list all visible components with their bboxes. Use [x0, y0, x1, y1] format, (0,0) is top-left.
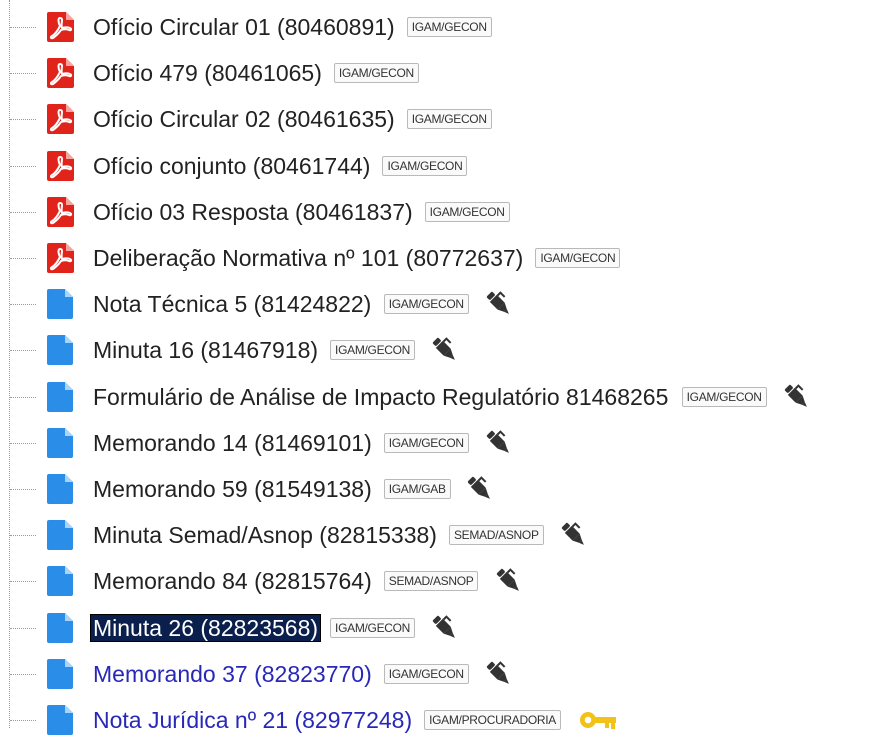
tree-row: Nota Técnica 5 (81424822) IGAM/GECON — [0, 284, 872, 324]
document-icon[interactable] — [47, 289, 74, 320]
tree-branch-connector — [10, 211, 36, 213]
document-icon[interactable] — [47, 566, 74, 597]
document-icon[interactable] — [47, 474, 74, 504]
tree-branch-connector — [10, 581, 36, 583]
pen-icon[interactable] — [465, 474, 495, 504]
unit-badge[interactable]: IGAM/GECON — [681, 386, 767, 407]
document-link[interactable]: Minuta Semad/Asnop (82815338) — [91, 522, 439, 548]
document-link[interactable]: Memorando 84 (82815764) — [91, 568, 374, 594]
pdf-icon[interactable] — [47, 58, 74, 89]
unit-badge[interactable]: IGAM/GECON — [535, 248, 621, 268]
tree-row: Minuta 26 (82823568) IGAM/GECON — [0, 608, 872, 648]
document-link[interactable]: Minuta 26 (82823568) — [89, 613, 322, 642]
document-link[interactable]: Nota Jurídica nº 21 (82977248) — [91, 707, 414, 733]
tree-row: Ofício conjunto (80461744) IGAM/GECON — [0, 146, 872, 186]
tree-row: Memorando 84 (82815764) SEMAD/ASNOP — [0, 561, 872, 601]
tree-branch-connector — [10, 27, 36, 28]
process-document-tree: Ofício Circular 01 (80460891) IGAM/GECON … — [0, 0, 872, 746]
pdf-icon[interactable] — [47, 12, 74, 42]
tree-row: Memorando 37 (82823770) IGAM/GECON — [0, 654, 872, 694]
document-link[interactable]: Ofício Circular 01 (80460891) — [91, 14, 397, 40]
unit-badge[interactable]: IGAM/GECON — [424, 201, 510, 222]
pen-icon[interactable] — [494, 566, 524, 596]
document-link[interactable]: Ofício conjunto (80461744) — [91, 153, 372, 179]
document-icon[interactable] — [47, 612, 74, 643]
unit-badge[interactable]: IGAM/GECON — [406, 17, 492, 37]
unit-badge[interactable]: IGAM/PROCURADORIA — [424, 710, 562, 730]
tree-branch-connector — [10, 73, 36, 75]
tree-branch-connector — [10, 350, 36, 352]
pen-icon[interactable] — [559, 520, 589, 550]
document-link[interactable]: Memorando 14 (81469101) — [91, 430, 374, 456]
tree-row: Ofício 03 Resposta (80461837) IGAM/GECON — [0, 192, 872, 232]
document-link[interactable]: Formulário de Análise de Impacto Regulat… — [91, 384, 670, 410]
tree-row: Ofício Circular 02 (80461635) IGAM/GECON — [0, 99, 872, 139]
document-icon[interactable] — [47, 335, 74, 366]
document-link[interactable]: Deliberação Normativa nº 101 (80772637) — [91, 245, 525, 271]
document-link[interactable]: Ofício Circular 02 (80461635) — [91, 106, 397, 132]
pen-icon[interactable] — [484, 289, 514, 319]
pen-icon[interactable] — [484, 659, 514, 689]
pdf-icon[interactable] — [47, 196, 74, 227]
tree-branch-connector — [10, 627, 36, 629]
tree-row: Minuta 16 (81467918) IGAM/GECON — [0, 330, 872, 370]
tree-row: Formulário de Análise de Impacto Regulat… — [0, 377, 872, 417]
document-link[interactable]: Ofício 479 (80461065) — [91, 60, 324, 86]
unit-badge[interactable]: IGAM/GECON — [330, 617, 416, 638]
document-icon[interactable] — [47, 427, 74, 458]
unit-badge[interactable]: IGAM/GAB — [383, 479, 451, 499]
tree-branch-connector — [10, 673, 36, 675]
tree-row: Ofício 479 (80461065) IGAM/GECON — [0, 53, 872, 93]
unit-badge[interactable]: IGAM/GECON — [383, 294, 469, 315]
unit-badge[interactable]: IGAM/GECON — [383, 432, 469, 453]
tree-row: Memorando 14 (81469101) IGAM/GECON — [0, 423, 872, 463]
pen-icon[interactable] — [484, 428, 514, 458]
unit-badge[interactable]: IGAM/GECON — [382, 155, 468, 176]
pen-icon[interactable] — [782, 382, 812, 412]
tree-branch-connector — [10, 720, 36, 721]
pdf-icon[interactable] — [47, 243, 74, 273]
tree-branch-connector — [10, 304, 36, 306]
pdf-icon[interactable] — [47, 150, 74, 181]
document-link[interactable]: Minuta 16 (81467918) — [91, 337, 320, 363]
tree-row: Memorando 59 (81549138) IGAM/GAB — [0, 469, 872, 509]
document-icon[interactable] — [47, 520, 74, 551]
document-link[interactable]: Memorando 37 (82823770) — [91, 661, 374, 687]
document-link[interactable]: Ofício 03 Resposta (80461837) — [91, 199, 415, 225]
document-link[interactable]: Nota Técnica 5 (81424822) — [91, 291, 373, 317]
tree-branch-connector — [10, 396, 36, 398]
tree-row: Minuta Semad/Asnop (82815338) SEMAD/ASNOP — [0, 515, 872, 555]
document-link[interactable]: Memorando 59 (81549138) — [91, 476, 374, 502]
tree-branch-connector — [10, 535, 36, 537]
unit-badge[interactable]: SEMAD/ASNOP — [448, 525, 544, 546]
tree-branch-connector — [10, 442, 36, 444]
unit-badge[interactable]: SEMAD/ASNOP — [383, 571, 479, 592]
unit-badge[interactable]: IGAM/GECON — [383, 663, 469, 684]
document-icon[interactable] — [47, 658, 74, 689]
tree-row: Nota Jurídica nº 21 (82977248) IGAM/PROCU… — [0, 700, 872, 740]
tree-branch-connector — [10, 489, 36, 490]
tree-row: Ofício Circular 01 (80460891) IGAM/GECON — [0, 7, 872, 47]
key-icon[interactable] — [578, 705, 618, 735]
tree-branch-connector — [10, 119, 36, 121]
unit-badge[interactable]: IGAM/GECON — [406, 109, 492, 130]
tree-row: Deliberação Normativa nº 101 (80772637) I… — [0, 238, 872, 278]
unit-badge[interactable]: IGAM/GECON — [333, 63, 419, 84]
pen-icon[interactable] — [430, 335, 460, 365]
pdf-icon[interactable] — [47, 104, 74, 135]
document-icon[interactable] — [47, 705, 74, 735]
tree-branch-connector — [10, 165, 36, 167]
pen-icon[interactable] — [430, 613, 460, 643]
tree-branch-connector — [10, 258, 36, 259]
document-icon[interactable] — [47, 381, 74, 412]
unit-badge[interactable]: IGAM/GECON — [330, 340, 416, 361]
